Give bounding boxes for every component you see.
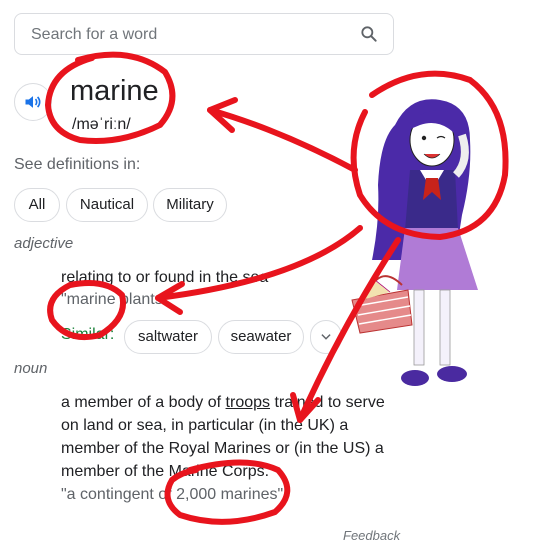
pos-adjective: adjective: [14, 235, 74, 252]
expand-similar-button[interactable]: [310, 320, 342, 354]
noun-definition-line-2: on land or sea, in particular (in the UK…: [61, 417, 349, 434]
chip-nautical[interactable]: Nautical: [66, 188, 148, 222]
dictionary-panel: marine /məˈriːn/ See definitions in: All…: [0, 0, 415, 543]
noun-definition-line-3: member of the Royal Marines or (in the U…: [61, 440, 384, 457]
similar-label: Similar:: [61, 326, 115, 343]
noun-def-text-1: a member of a body of: [61, 394, 222, 411]
feedback-link[interactable]: Feedback: [343, 528, 400, 543]
adjective-definition: relating to or found in the sea: [61, 269, 269, 286]
search-icon[interactable]: [359, 24, 379, 44]
pos-noun: noun: [14, 360, 48, 377]
entry-word: marine: [70, 75, 159, 107]
speaker-icon: [25, 96, 41, 108]
chip-saltwater[interactable]: saltwater: [124, 320, 212, 354]
adjective-example: "marine plants": [61, 291, 169, 308]
chip-seawater[interactable]: seawater: [218, 320, 304, 354]
pronounce-button[interactable]: [14, 83, 52, 121]
chip-military[interactable]: Military: [153, 188, 227, 222]
chip-all[interactable]: All: [14, 188, 60, 222]
search-box[interactable]: [14, 13, 394, 55]
noun-example: "a contingent of 2,000 marines": [61, 486, 284, 503]
noun-definition-line-1: a member of a body of troops trained to …: [61, 391, 385, 414]
chevron-down-icon: [321, 334, 331, 340]
troops-link[interactable]: troops: [226, 394, 270, 411]
margin-background: [415, 0, 540, 540]
phonetic-text: /məˈriːn/: [72, 116, 131, 133]
noun-def-text-2: trained to serve: [274, 394, 385, 411]
definitions-in-label: See definitions in:: [14, 156, 141, 173]
noun-definition-line-4: member of the Marine Corps.: [61, 463, 270, 480]
search-input[interactable]: [29, 23, 353, 47]
